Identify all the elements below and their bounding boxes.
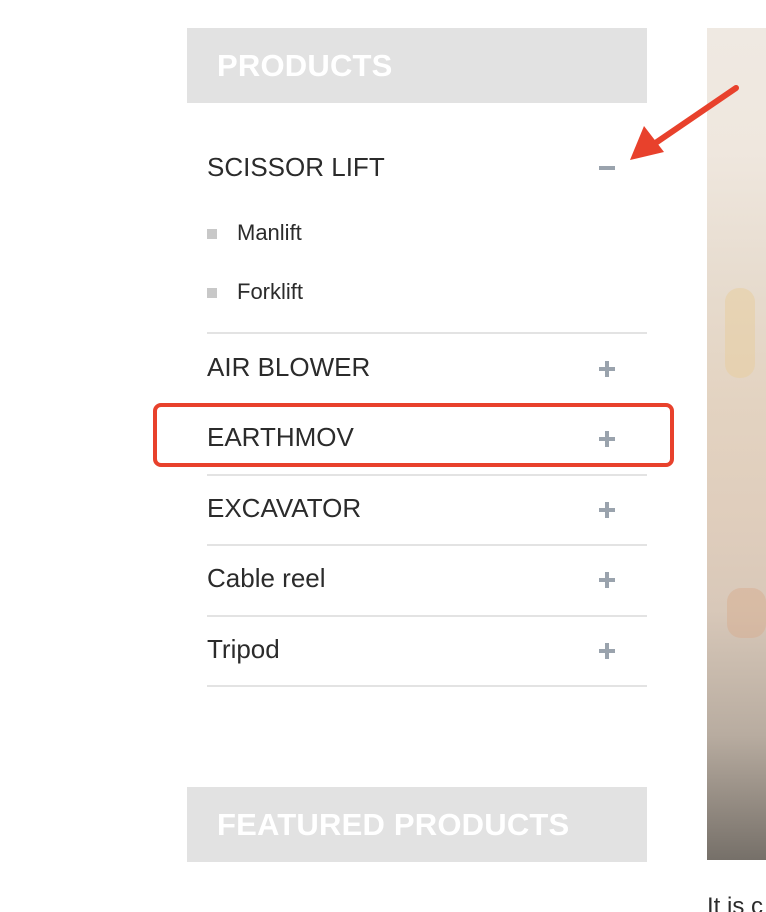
plus-icon — [599, 361, 615, 377]
category-label[interactable]: EXCAVATOR — [207, 493, 361, 524]
expand-toggle[interactable] — [587, 349, 627, 389]
image-highlight — [727, 588, 766, 638]
category-excavator[interactable]: EXCAVATOR — [207, 493, 647, 533]
body-text: It is c — [707, 893, 764, 912]
category-label[interactable]: SCISSOR LIFT — [207, 152, 385, 183]
category-tripod[interactable]: Tripod — [207, 634, 647, 674]
divider-line — [207, 332, 647, 334]
divider-line — [207, 544, 647, 546]
plus-icon — [599, 643, 615, 659]
featured-products-section-header: FEATURED PRODUCTS — [187, 787, 647, 862]
category-label[interactable]: Cable reel — [207, 563, 326, 594]
annotation-arrow-icon — [630, 85, 739, 160]
image-highlight — [725, 288, 755, 378]
category-scissor-lift[interactable]: SCISSOR LIFT — [207, 150, 647, 190]
divider-line — [207, 474, 647, 476]
expand-toggle[interactable] — [587, 560, 627, 600]
divider — [207, 685, 647, 687]
divider-line — [207, 685, 647, 687]
subitem-label[interactable]: Manlift — [237, 220, 302, 246]
products-title: PRODUCTS — [217, 47, 393, 83]
minus-icon — [599, 160, 615, 176]
products-section-header: PRODUCTS — [187, 28, 647, 103]
annotation-highlight-box — [153, 403, 674, 467]
expand-toggle[interactable] — [587, 490, 627, 530]
square-bullet-icon — [207, 288, 217, 298]
divider — [207, 332, 647, 334]
category-air-blower[interactable]: AIR BLOWER — [207, 352, 647, 392]
divider — [207, 615, 647, 617]
category-label[interactable]: Tripod — [207, 634, 280, 665]
divider-line — [207, 615, 647, 617]
featured-products-title: FEATURED PRODUCTS — [217, 806, 570, 842]
expand-toggle[interactable] — [587, 631, 627, 671]
subitem-label[interactable]: Forklift — [237, 279, 303, 305]
category-label[interactable]: AIR BLOWER — [207, 352, 370, 383]
category-cable-reel[interactable]: Cable reel — [207, 563, 647, 603]
divider — [207, 544, 647, 546]
divider — [207, 474, 647, 476]
page: PRODUCTS SCISSOR LIFT Manlift Forklift A… — [0, 0, 766, 912]
plus-icon — [599, 572, 615, 588]
plus-icon — [599, 502, 615, 518]
square-bullet-icon — [207, 229, 217, 239]
